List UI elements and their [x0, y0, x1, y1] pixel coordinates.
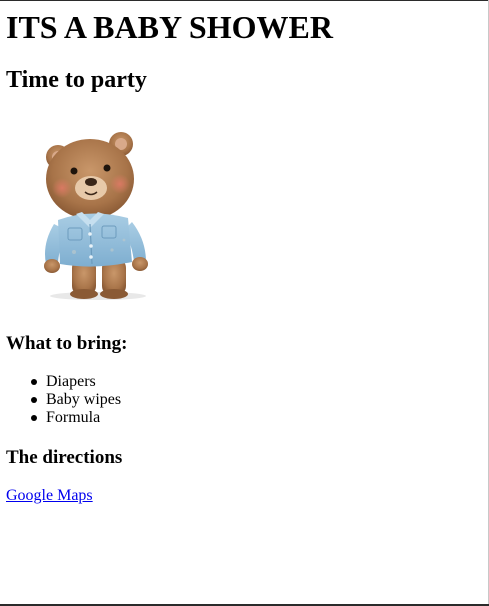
page-title: ITS A BABY SHOWER: [6, 9, 333, 45]
list-item-label: Baby wipes: [46, 391, 122, 408]
directions-heading: The directions: [6, 447, 123, 468]
list-item: Diapers: [31, 373, 121, 391]
google-maps-link[interactable]: Google Maps: [6, 486, 93, 506]
bullet-icon: [31, 415, 37, 421]
what-to-bring-heading: What to bring:: [6, 333, 128, 354]
teddy-bear-image: [28, 124, 158, 306]
page-subtitle: Time to party: [6, 67, 147, 93]
list-item-label: Formula: [46, 409, 101, 426]
bullet-icon: [31, 379, 37, 385]
top-border: [0, 0, 489, 1]
teddy-bear-icon: [44, 132, 148, 300]
bullet-icon: [31, 397, 37, 403]
bring-list: Diapers Baby wipes Formula: [6, 373, 121, 427]
list-item: Baby wipes: [31, 391, 122, 409]
list-item-label: Diapers: [46, 373, 96, 390]
list-item: Formula: [31, 409, 121, 427]
